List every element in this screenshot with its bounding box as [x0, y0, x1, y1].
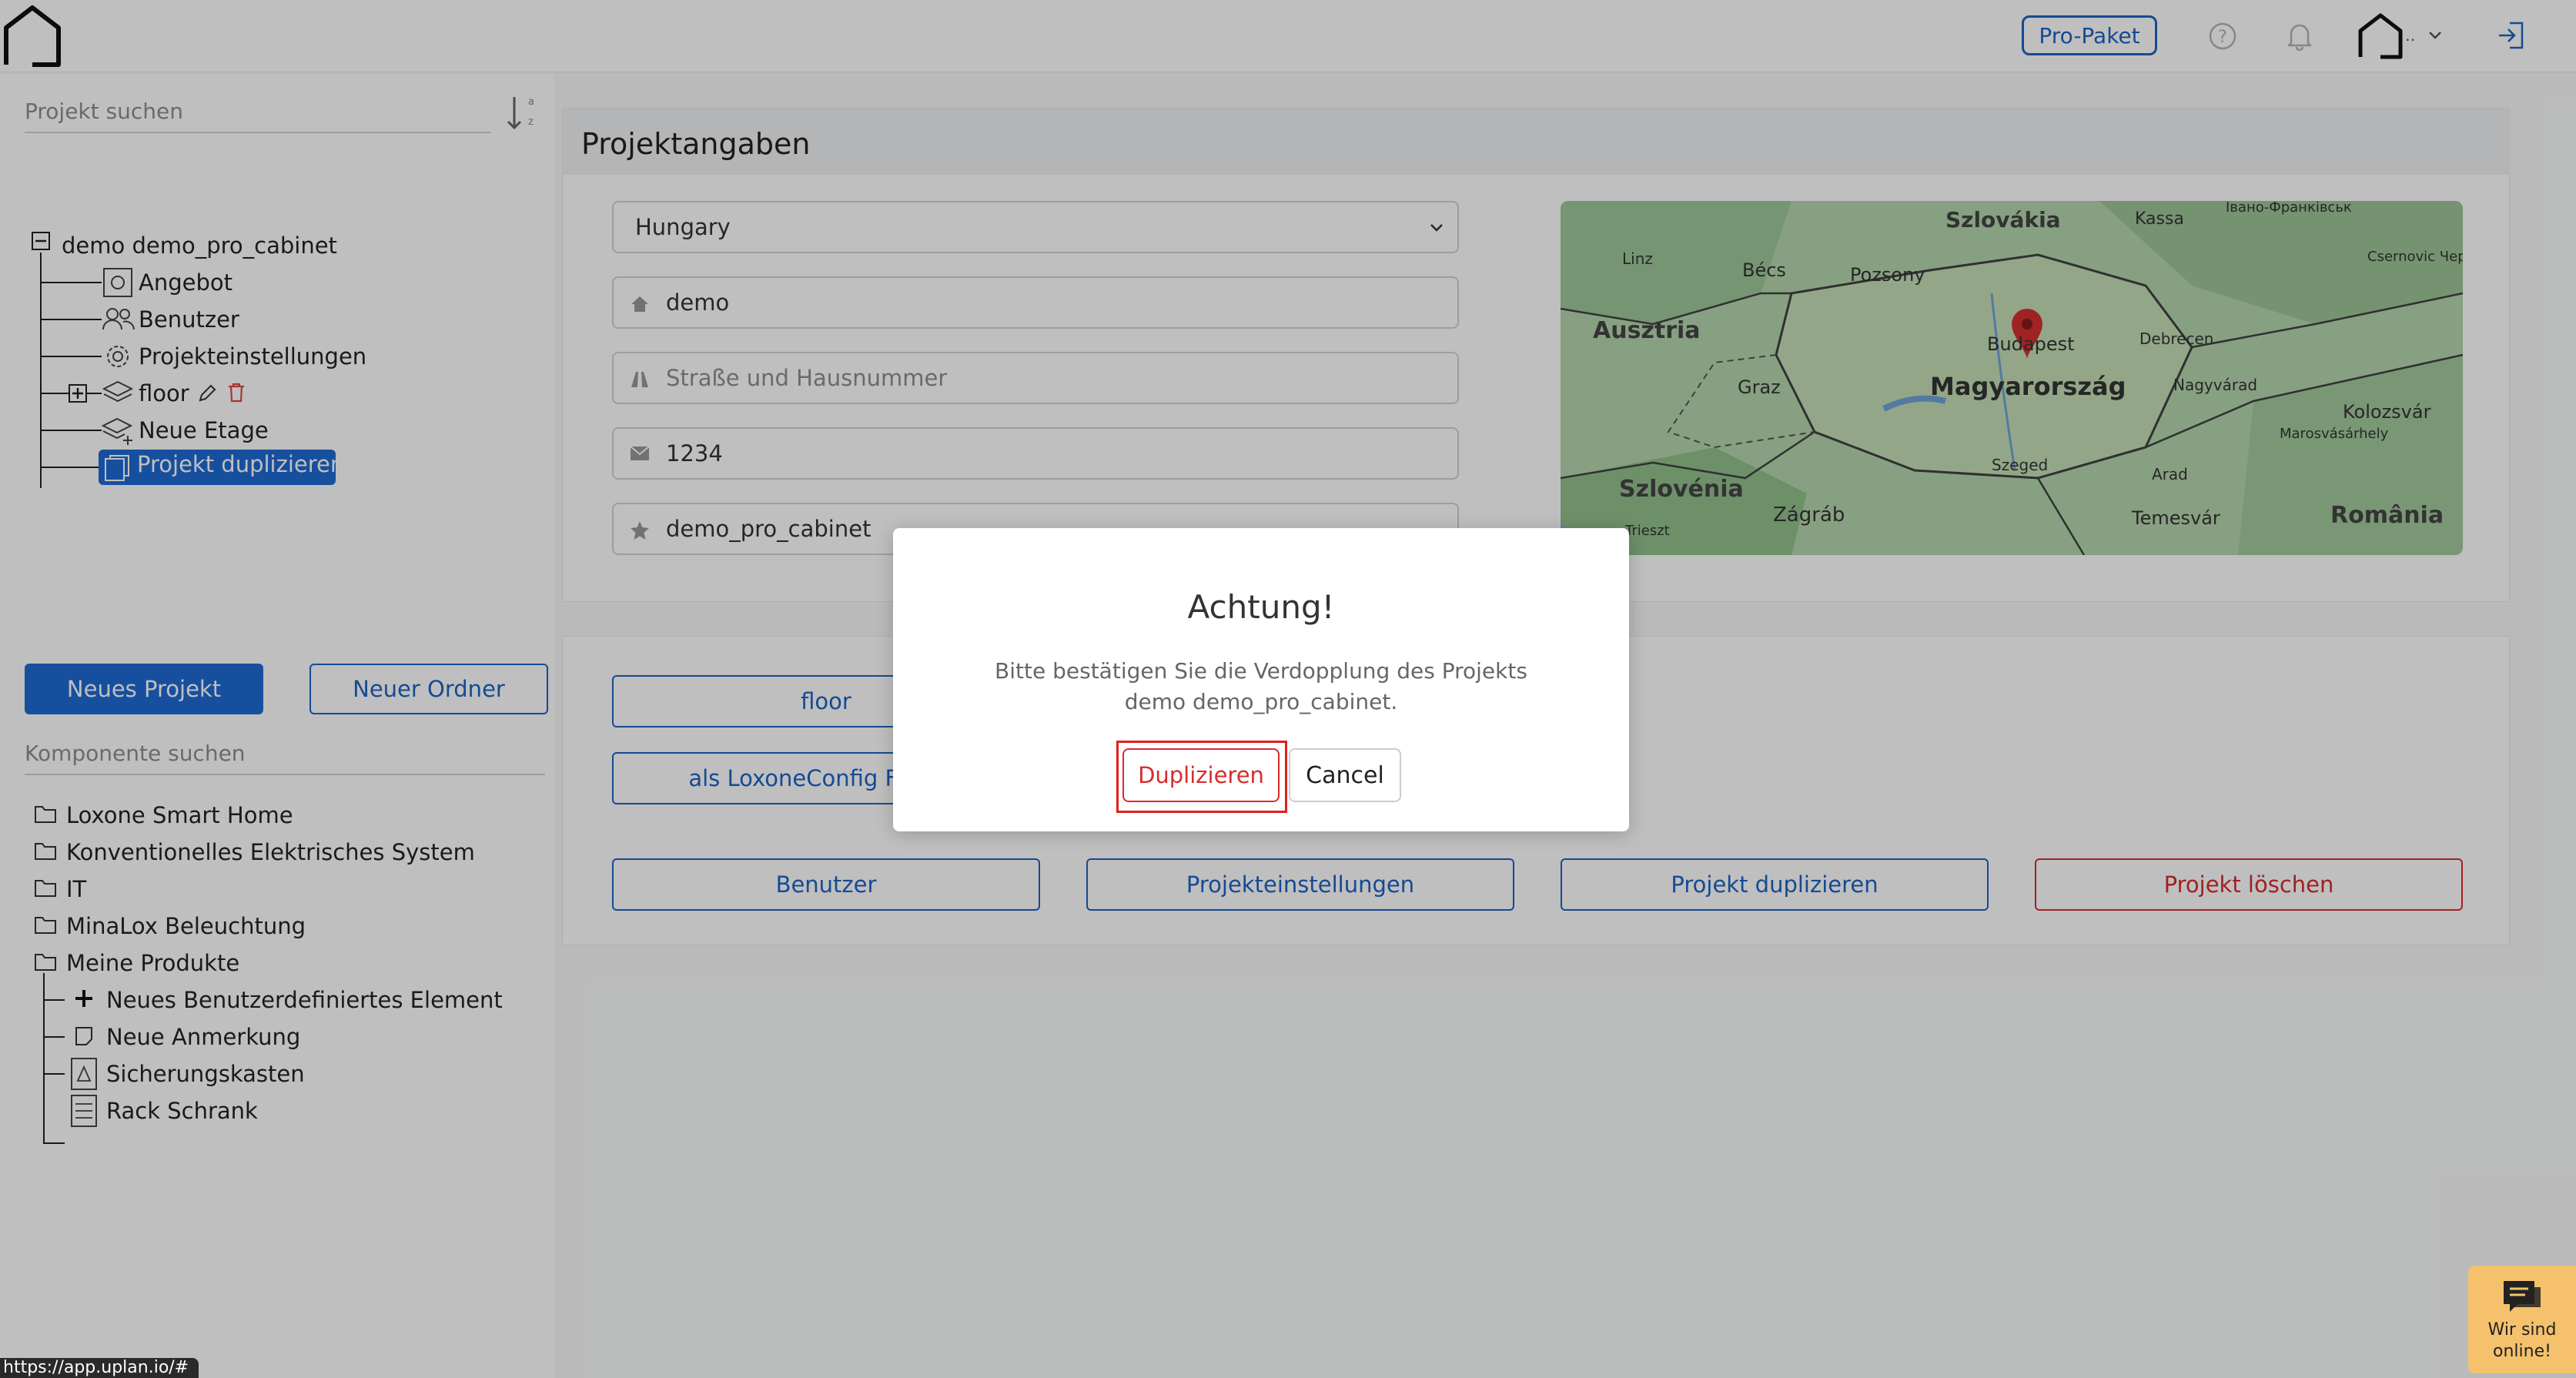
chat-bubble-icon	[2502, 1279, 2542, 1315]
chat-line-2: online!	[2493, 1342, 2551, 1361]
duplicate-confirm-button[interactable]: Duplizieren	[1122, 748, 1280, 802]
status-url: https://app.uplan.io/#	[0, 1358, 199, 1378]
dialog-message: Bitte bestätigen Sie die Verdopplung des…	[995, 658, 1527, 714]
cancel-button[interactable]: Cancel	[1289, 748, 1401, 802]
chat-line-1: Wir sind	[2487, 1320, 2557, 1340]
confirm-duplicate-dialog: Achtung! Bitte bestätigen Sie die Verdop…	[893, 528, 1629, 831]
dialog-title: Achtung!	[1187, 588, 1335, 626]
chat-widget[interactable]: Wir sind online!	[2468, 1266, 2576, 1373]
